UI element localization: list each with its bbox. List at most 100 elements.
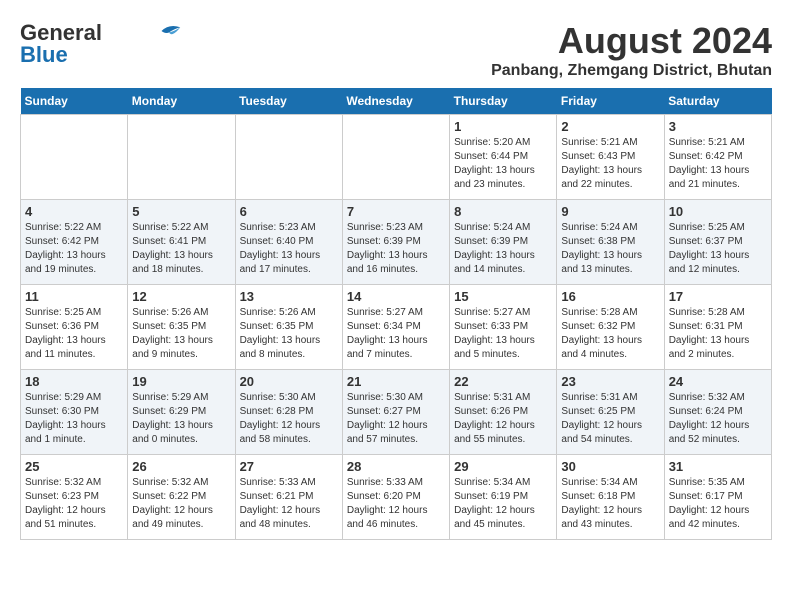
day-info: Sunrise: 5:32 AM Sunset: 6:22 PM Dayligh… xyxy=(132,476,230,532)
weekday-monday: Monday xyxy=(128,88,235,115)
day-number: 8 xyxy=(454,204,552,219)
day-info: Sunrise: 5:26 AM Sunset: 6:35 PM Dayligh… xyxy=(132,306,230,362)
day-number: 12 xyxy=(132,289,230,304)
day-info: Sunrise: 5:26 AM Sunset: 6:35 PM Dayligh… xyxy=(240,306,338,362)
calendar-cell: 31 Sunrise: 5:35 AM Sunset: 6:17 PM Dayli… xyxy=(664,455,771,540)
main-title: August 2024 xyxy=(491,20,772,62)
calendar-cell xyxy=(235,115,342,200)
calendar-cell: 13Sunrise: 5:26 AM Sunset: 6:35 PM Dayli… xyxy=(235,285,342,370)
day-info: Sunrise: 5:27 AM Sunset: 6:33 PM Dayligh… xyxy=(454,306,552,362)
day-info: Sunrise: 5:22 AM Sunset: 6:42 PM Dayligh… xyxy=(25,221,123,277)
day-info: Sunrise: 5:35 AM Sunset: 6:17 PM Dayligh… xyxy=(669,476,767,532)
day-number: 25 xyxy=(25,459,123,474)
calendar-cell: 10 Sunrise: 5:25 AM Sunset: 6:37 PM Dayli… xyxy=(664,200,771,285)
day-info: Sunrise: 5:28 AM Sunset: 6:32 PM Dayligh… xyxy=(561,306,659,362)
page-header: General Blue August 2024 Panbang, Zhemga… xyxy=(20,20,772,80)
calendar-week-3: 18Sunrise: 5:29 AM Sunset: 6:30 PM Dayli… xyxy=(21,370,772,455)
day-number: 14 xyxy=(347,289,445,304)
day-info: Sunrise: 5:32 AM Sunset: 6:24 PM Dayligh… xyxy=(669,391,767,447)
day-info: Sunrise: 5:30 AM Sunset: 6:28 PM Dayligh… xyxy=(240,391,338,447)
day-number: 10 xyxy=(669,204,767,219)
weekday-wednesday: Wednesday xyxy=(342,88,449,115)
calendar-cell: 12 Sunrise: 5:26 AM Sunset: 6:35 PM Dayli… xyxy=(128,285,235,370)
day-number: 3 xyxy=(669,119,767,134)
calendar-cell: 19 Sunrise: 5:29 AM Sunset: 6:29 PM Dayli… xyxy=(128,370,235,455)
day-number: 7 xyxy=(347,204,445,219)
day-number: 22 xyxy=(454,374,552,389)
day-number: 4 xyxy=(25,204,123,219)
calendar-cell: 24 Sunrise: 5:32 AM Sunset: 6:24 PM Dayli… xyxy=(664,370,771,455)
day-number: 30 xyxy=(561,459,659,474)
day-number: 16 xyxy=(561,289,659,304)
day-number: 11 xyxy=(25,289,123,304)
day-info: Sunrise: 5:28 AM Sunset: 6:31 PM Dayligh… xyxy=(669,306,767,362)
calendar-cell: 21 Sunrise: 5:30 AM Sunset: 6:27 PM Dayli… xyxy=(342,370,449,455)
day-info: Sunrise: 5:25 AM Sunset: 6:37 PM Dayligh… xyxy=(669,221,767,277)
calendar-cell: 27Sunrise: 5:33 AM Sunset: 6:21 PM Dayli… xyxy=(235,455,342,540)
day-info: Sunrise: 5:31 AM Sunset: 6:25 PM Dayligh… xyxy=(561,391,659,447)
calendar-cell: 22 Sunrise: 5:31 AM Sunset: 6:26 PM Dayli… xyxy=(450,370,557,455)
calendar-cell: 17 Sunrise: 5:28 AM Sunset: 6:31 PM Dayli… xyxy=(664,285,771,370)
weekday-tuesday: Tuesday xyxy=(235,88,342,115)
weekday-header-row: SundayMondayTuesdayWednesdayThursdayFrid… xyxy=(21,88,772,115)
title-area: August 2024 Panbang, Zhemgang District, … xyxy=(491,20,772,80)
day-info: Sunrise: 5:23 AM Sunset: 6:39 PM Dayligh… xyxy=(347,221,445,277)
calendar-week-0: 1 Sunrise: 5:20 AM Sunset: 6:44 PM Daylig… xyxy=(21,115,772,200)
calendar-cell: 9Sunrise: 5:24 AM Sunset: 6:38 PM Daylig… xyxy=(557,200,664,285)
logo-blue: Blue xyxy=(20,42,68,68)
day-info: Sunrise: 5:29 AM Sunset: 6:29 PM Dayligh… xyxy=(132,391,230,447)
day-number: 17 xyxy=(669,289,767,304)
day-number: 15 xyxy=(454,289,552,304)
day-info: Sunrise: 5:33 AM Sunset: 6:21 PM Dayligh… xyxy=(240,476,338,532)
calendar-cell xyxy=(128,115,235,200)
day-number: 1 xyxy=(454,119,552,134)
calendar-cell: 18Sunrise: 5:29 AM Sunset: 6:30 PM Dayli… xyxy=(21,370,128,455)
day-info: Sunrise: 5:24 AM Sunset: 6:39 PM Dayligh… xyxy=(454,221,552,277)
day-number: 19 xyxy=(132,374,230,389)
calendar-body: 1 Sunrise: 5:20 AM Sunset: 6:44 PM Daylig… xyxy=(21,115,772,540)
day-info: Sunrise: 5:34 AM Sunset: 6:18 PM Dayligh… xyxy=(561,476,659,532)
calendar-cell: 23 Sunrise: 5:31 AM Sunset: 6:25 PM Dayli… xyxy=(557,370,664,455)
day-info: Sunrise: 5:21 AM Sunset: 6:42 PM Dayligh… xyxy=(669,136,767,192)
day-number: 21 xyxy=(347,374,445,389)
calendar-cell: 5 Sunrise: 5:22 AM Sunset: 6:41 PM Daylig… xyxy=(128,200,235,285)
calendar-cell: 8 Sunrise: 5:24 AM Sunset: 6:39 PM Daylig… xyxy=(450,200,557,285)
calendar-cell: 20 Sunrise: 5:30 AM Sunset: 6:28 PM Dayli… xyxy=(235,370,342,455)
day-info: Sunrise: 5:30 AM Sunset: 6:27 PM Dayligh… xyxy=(347,391,445,447)
day-info: Sunrise: 5:22 AM Sunset: 6:41 PM Dayligh… xyxy=(132,221,230,277)
calendar-cell: 16 Sunrise: 5:28 AM Sunset: 6:32 PM Dayli… xyxy=(557,285,664,370)
day-number: 6 xyxy=(240,204,338,219)
day-info: Sunrise: 5:32 AM Sunset: 6:23 PM Dayligh… xyxy=(25,476,123,532)
day-number: 31 xyxy=(669,459,767,474)
day-info: Sunrise: 5:23 AM Sunset: 6:40 PM Dayligh… xyxy=(240,221,338,277)
day-number: 24 xyxy=(669,374,767,389)
calendar-table: SundayMondayTuesdayWednesdayThursdayFrid… xyxy=(20,88,772,540)
calendar-week-1: 4 Sunrise: 5:22 AM Sunset: 6:42 PM Daylig… xyxy=(21,200,772,285)
calendar-cell: 25 Sunrise: 5:32 AM Sunset: 6:23 PM Dayli… xyxy=(21,455,128,540)
weekday-friday: Friday xyxy=(557,88,664,115)
calendar-cell: 3 Sunrise: 5:21 AM Sunset: 6:42 PM Daylig… xyxy=(664,115,771,200)
day-info: Sunrise: 5:34 AM Sunset: 6:19 PM Dayligh… xyxy=(454,476,552,532)
day-number: 20 xyxy=(240,374,338,389)
calendar-week-4: 25 Sunrise: 5:32 AM Sunset: 6:23 PM Dayli… xyxy=(21,455,772,540)
day-info: Sunrise: 5:25 AM Sunset: 6:36 PM Dayligh… xyxy=(25,306,123,362)
calendar-cell: 1 Sunrise: 5:20 AM Sunset: 6:44 PM Daylig… xyxy=(450,115,557,200)
calendar-cell: 2Sunrise: 5:21 AM Sunset: 6:43 PM Daylig… xyxy=(557,115,664,200)
calendar-cell: 29Sunrise: 5:34 AM Sunset: 6:19 PM Dayli… xyxy=(450,455,557,540)
day-number: 18 xyxy=(25,374,123,389)
weekday-thursday: Thursday xyxy=(450,88,557,115)
calendar-cell xyxy=(21,115,128,200)
day-info: Sunrise: 5:31 AM Sunset: 6:26 PM Dayligh… xyxy=(454,391,552,447)
calendar-cell: 6 Sunrise: 5:23 AM Sunset: 6:40 PM Daylig… xyxy=(235,200,342,285)
calendar-cell: 28Sunrise: 5:33 AM Sunset: 6:20 PM Dayli… xyxy=(342,455,449,540)
day-number: 2 xyxy=(561,119,659,134)
day-info: Sunrise: 5:27 AM Sunset: 6:34 PM Dayligh… xyxy=(347,306,445,362)
day-number: 9 xyxy=(561,204,659,219)
day-info: Sunrise: 5:33 AM Sunset: 6:20 PM Dayligh… xyxy=(347,476,445,532)
day-number: 5 xyxy=(132,204,230,219)
weekday-saturday: Saturday xyxy=(664,88,771,115)
day-number: 23 xyxy=(561,374,659,389)
day-info: Sunrise: 5:20 AM Sunset: 6:44 PM Dayligh… xyxy=(454,136,552,192)
calendar-cell: 11 Sunrise: 5:25 AM Sunset: 6:36 PM Dayli… xyxy=(21,285,128,370)
calendar-cell: 7 Sunrise: 5:23 AM Sunset: 6:39 PM Daylig… xyxy=(342,200,449,285)
